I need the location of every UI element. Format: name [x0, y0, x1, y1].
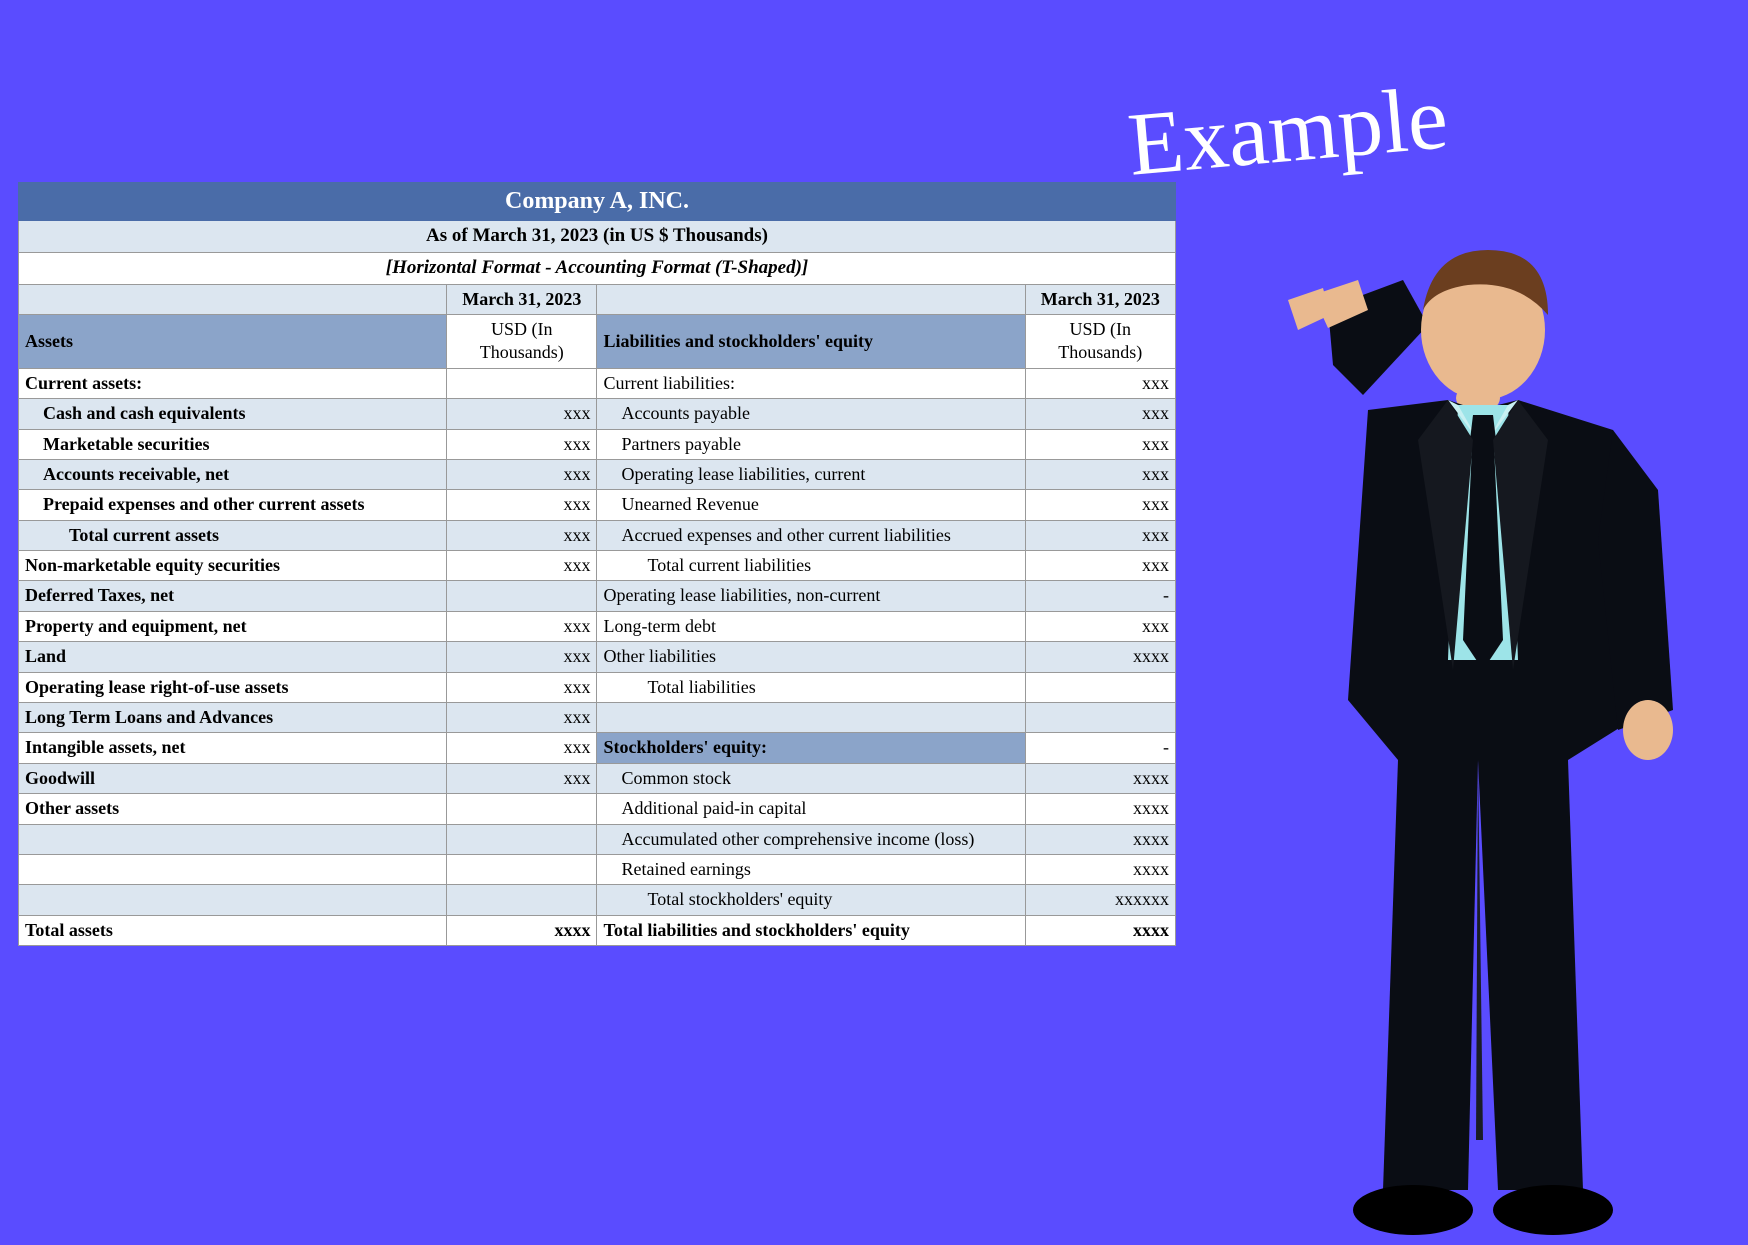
row-label: Accounts receivable, net [19, 459, 447, 489]
row-label: Land [19, 642, 447, 672]
row-label: Current assets: [19, 368, 447, 398]
row-value: xxx [447, 763, 597, 793]
row-label: Operating lease liabilities, non-current [597, 581, 1025, 611]
row-value [447, 368, 597, 398]
row-label: Other assets [19, 794, 447, 824]
example-label: Example [1124, 66, 1452, 196]
row-label: Cash and cash equivalents [19, 399, 447, 429]
row-label: Non-marketable equity securities [19, 551, 447, 581]
businessman-illustration [1218, 240, 1698, 1240]
row-value: xxx [447, 490, 597, 520]
row-label [19, 854, 447, 884]
blank-head-1 [19, 284, 447, 314]
row-value: xxx [447, 399, 597, 429]
row-label [597, 703, 1025, 733]
row-value: xxx [1025, 611, 1175, 641]
row-value: xxxx [1025, 642, 1175, 672]
row-label: Other liabilities [597, 642, 1025, 672]
liab-header: Liabilities and stockholders' equity [597, 314, 1025, 368]
date-head-left: March 31, 2023 [447, 284, 597, 314]
row-label: Prepaid expenses and other current asset… [19, 490, 447, 520]
row-label [19, 885, 447, 915]
row-value: xxx [447, 551, 597, 581]
row-value: xxx [447, 429, 597, 459]
row-label: Unearned Revenue [597, 490, 1025, 520]
date-head-right: March 31, 2023 [1025, 284, 1175, 314]
balance-sheet-table-container: Company A, INC. As of March 31, 2023 (in… [18, 182, 1176, 946]
total-assets-label: Total assets [19, 915, 447, 945]
row-label: Current liabilities: [597, 368, 1025, 398]
row-value: xxxx [1025, 794, 1175, 824]
row-value: xxxx [1025, 854, 1175, 884]
row-value [447, 854, 597, 884]
total-assets-value: xxxx [447, 915, 597, 945]
row-value: xxx [447, 459, 597, 489]
row-value: xxx [447, 611, 597, 641]
stockholders-equity-header: Stockholders' equity: [597, 733, 1025, 763]
row-value: - [1025, 581, 1175, 611]
row-value [447, 794, 597, 824]
balance-sheet-table: Company A, INC. As of March 31, 2023 (in… [18, 182, 1176, 946]
company-title: Company A, INC. [19, 183, 1176, 221]
row-value [447, 581, 597, 611]
row-value [447, 824, 597, 854]
row-label: Operating lease right-of-use assets [19, 672, 447, 702]
row-label: Total current assets [19, 520, 447, 550]
row-value: xxx [1025, 429, 1175, 459]
row-value: xxxx [1025, 763, 1175, 793]
total-liab-label: Total liabilities and stockholders' equi… [597, 915, 1025, 945]
row-label: Retained earnings [597, 854, 1025, 884]
row-value: xxx [1025, 368, 1175, 398]
usd-right: USD (In Thousands) [1025, 314, 1175, 368]
row-value: xxx [1025, 520, 1175, 550]
row-label: Goodwill [19, 763, 447, 793]
row-value: xxx [447, 672, 597, 702]
row-label: Common stock [597, 763, 1025, 793]
row-label: Accrued expenses and other current liabi… [597, 520, 1025, 550]
row-value [1025, 703, 1175, 733]
row-value: xxx [447, 642, 597, 672]
row-value: xxx [1025, 399, 1175, 429]
blank-head-2 [597, 284, 1025, 314]
row-label: Total current liabilities [597, 551, 1025, 581]
row-value: xxx [1025, 459, 1175, 489]
row-label: Long Term Loans and Advances [19, 703, 447, 733]
usd-left: USD (In Thousands) [447, 314, 597, 368]
row-label [19, 824, 447, 854]
format-label: [Horizontal Format - Accounting Format (… [19, 252, 1176, 284]
row-value: xxx [1025, 551, 1175, 581]
row-value: xxx [447, 733, 597, 763]
row-label: Total liabilities [597, 672, 1025, 702]
row-label: Operating lease liabilities, current [597, 459, 1025, 489]
row-value: xxxxxx [1025, 885, 1175, 915]
row-value: - [1025, 733, 1175, 763]
asof-subtitle: As of March 31, 2023 (in US $ Thousands) [19, 221, 1176, 253]
row-value [1025, 672, 1175, 702]
row-value: xxx [447, 703, 597, 733]
row-value: xxx [1025, 490, 1175, 520]
row-value [447, 885, 597, 915]
total-liab-value: xxxx [1025, 915, 1175, 945]
row-label: Intangible assets, net [19, 733, 447, 763]
row-label: Total stockholders' equity [597, 885, 1025, 915]
row-value: xxxx [1025, 824, 1175, 854]
row-label: Accounts payable [597, 399, 1025, 429]
row-label: Accumulated other comprehensive income (… [597, 824, 1025, 854]
row-label: Additional paid-in capital [597, 794, 1025, 824]
row-label: Long-term debt [597, 611, 1025, 641]
row-value: xxx [447, 520, 597, 550]
row-label: Deferred Taxes, net [19, 581, 447, 611]
row-label: Marketable securities [19, 429, 447, 459]
row-label: Partners payable [597, 429, 1025, 459]
assets-header: Assets [19, 314, 447, 368]
row-label: Property and equipment, net [19, 611, 447, 641]
